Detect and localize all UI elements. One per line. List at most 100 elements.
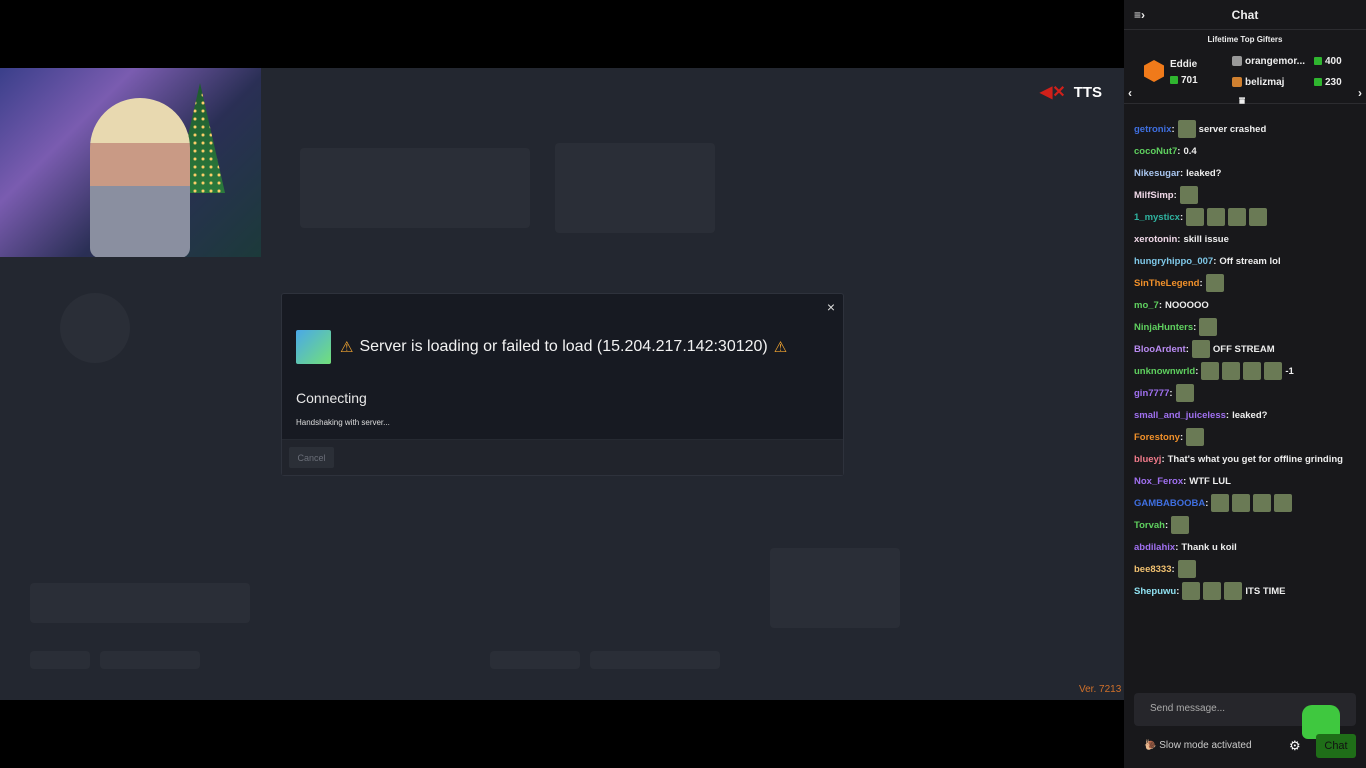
- gifter-count: 701: [1181, 75, 1198, 86]
- chat-message: 1_mysticx:: [1134, 206, 1360, 228]
- emote-icon: [1203, 582, 1222, 600]
- chat-panel: ≡› Chat Lifetime Top Gifters ‹ › Eddie 7…: [1124, 0, 1366, 768]
- chat-username[interactable]: hungryhippo_007: [1134, 255, 1213, 268]
- background-avatar: [60, 293, 130, 363]
- separator: :: [1158, 299, 1162, 311]
- emote-icon: [1222, 362, 1241, 380]
- collapse-chat-icon[interactable]: ≡›: [1134, 0, 1145, 30]
- top-gifters-label: Lifetime Top Gifters: [1207, 35, 1283, 44]
- chat-username[interactable]: NinjaHunters: [1134, 321, 1193, 334]
- emote-icon: [1179, 186, 1198, 204]
- separator: :: [1164, 519, 1169, 531]
- chat-username[interactable]: xerotonin: [1134, 233, 1177, 246]
- chat-message: mo_7: NOOOOO: [1134, 294, 1360, 316]
- chat-username[interactable]: small_and_juiceless: [1134, 409, 1226, 422]
- chat-username[interactable]: cocoNut7: [1134, 145, 1177, 158]
- chat-message: hungryhippo_007: Off stream lol: [1134, 250, 1360, 272]
- separator: :: [1195, 365, 1199, 377]
- webcam-overlay: [0, 68, 261, 257]
- chat-title: Chat: [1231, 8, 1259, 22]
- send-chat-button[interactable]: Chat: [1316, 734, 1356, 758]
- separator: :: [1171, 563, 1175, 575]
- gifter-count: 230: [1325, 77, 1342, 88]
- chat-text: server crashed: [1198, 123, 1267, 135]
- cancel-button[interactable]: Cancel: [289, 447, 334, 468]
- gifter-name: Eddie: [1170, 59, 1198, 70]
- emote-icon: [1177, 560, 1196, 578]
- dialog-title-text: Server is loading or failed to load (15.…: [359, 338, 768, 355]
- separator: :: [1205, 497, 1209, 509]
- separator: :: [1179, 211, 1184, 223]
- background-button: [30, 651, 90, 669]
- emote-icon: [1199, 318, 1218, 336]
- chat-message: SinTheLegend:: [1134, 272, 1360, 294]
- connection-status: Connecting: [296, 390, 367, 406]
- chat-message: getronix: server crashed: [1134, 118, 1360, 140]
- chat-username[interactable]: Shepuwu: [1134, 585, 1176, 598]
- chat-message: NinjaHunters:: [1134, 316, 1360, 338]
- chat-username[interactable]: bee8333: [1134, 563, 1172, 576]
- rank-3-badge-icon: [1232, 77, 1242, 88]
- chat-text: Off stream lol: [1219, 255, 1281, 267]
- chat-message: xerotonin: skill issue: [1134, 228, 1360, 250]
- emote-icon: [1205, 274, 1224, 292]
- emote-icon: [1182, 582, 1201, 600]
- prev-arrow-icon[interactable]: ‹: [1128, 86, 1132, 100]
- chat-text: NOOOOO: [1165, 299, 1209, 311]
- chat-username[interactable]: 1_mysticx: [1134, 211, 1180, 224]
- chat-message: Nox_Ferox: WTF LUL: [1134, 470, 1360, 492]
- chat-message: cocoNut7:0.4: [1134, 140, 1360, 162]
- separator: :: [1171, 123, 1175, 135]
- chat-username[interactable]: Forestony: [1134, 431, 1180, 444]
- warning-icon: ⚠: [773, 339, 788, 356]
- chat-text: leaked?: [1186, 167, 1222, 179]
- background-button: [590, 651, 720, 669]
- separator: :: [1183, 475, 1187, 487]
- expand-gifters-icon[interactable]: ⩸: [1239, 96, 1245, 107]
- background-panel: [555, 143, 715, 233]
- emote-icon: [1224, 582, 1243, 600]
- connection-substatus: Handshaking with server...: [296, 418, 390, 427]
- dialog-footer: Cancel: [282, 439, 843, 475]
- chat-username[interactable]: abdilahix: [1134, 541, 1175, 554]
- background-button: [100, 651, 200, 669]
- background-panel: [30, 583, 250, 623]
- separator: :: [1161, 453, 1165, 465]
- chat-messages: getronix: server crashed cocoNut7:0.4 Nikes…: [1134, 118, 1360, 602]
- chat-username[interactable]: Nox_Ferox: [1134, 475, 1183, 488]
- version-label: Ver. 7213: [1079, 684, 1122, 695]
- separator: :: [1173, 189, 1177, 201]
- gem-icon: [1170, 76, 1178, 85]
- gem-icon: [1314, 57, 1322, 66]
- emote-icon: [1264, 362, 1283, 380]
- emote-icon: [1249, 208, 1268, 226]
- chat-username[interactable]: Nikesugar: [1134, 167, 1180, 180]
- next-arrow-icon[interactable]: ›: [1358, 86, 1362, 100]
- chat-username[interactable]: BlooArdent: [1134, 343, 1186, 356]
- chat-username[interactable]: MilfSimp: [1134, 189, 1174, 202]
- tts-label: TTS: [1073, 83, 1103, 101]
- separator: :: [1225, 409, 1230, 421]
- chat-username[interactable]: unknownwrld: [1134, 365, 1195, 378]
- chat-username[interactable]: GAMBABOOBA: [1134, 497, 1205, 510]
- emote-icon: [1243, 362, 1262, 380]
- emote-icon: [1186, 208, 1205, 226]
- separator: :: [1177, 145, 1181, 157]
- gifter-name: orangemor...: [1245, 56, 1306, 67]
- gear-icon[interactable]: ⚙: [1289, 738, 1301, 754]
- emote-icon: [1186, 428, 1205, 446]
- chat-username[interactable]: mo_7: [1134, 299, 1159, 312]
- emote-icon: [1201, 362, 1220, 380]
- emote-icon: [1171, 516, 1190, 534]
- chat-username[interactable]: Torvah: [1134, 519, 1165, 532]
- chat-text: leaked?: [1232, 409, 1268, 421]
- chat-username[interactable]: blueyj: [1134, 453, 1161, 466]
- chat-username[interactable]: gin7777: [1134, 387, 1169, 400]
- chat-message: bee8333:: [1134, 558, 1360, 580]
- close-icon[interactable]: ×: [827, 299, 835, 315]
- emote-icon: [1228, 208, 1247, 226]
- gifter-count: 400: [1325, 56, 1342, 67]
- rank-2-badge-icon: [1232, 56, 1242, 67]
- chat-username[interactable]: SinTheLegend: [1134, 277, 1199, 290]
- chat-username[interactable]: getronix: [1134, 123, 1171, 136]
